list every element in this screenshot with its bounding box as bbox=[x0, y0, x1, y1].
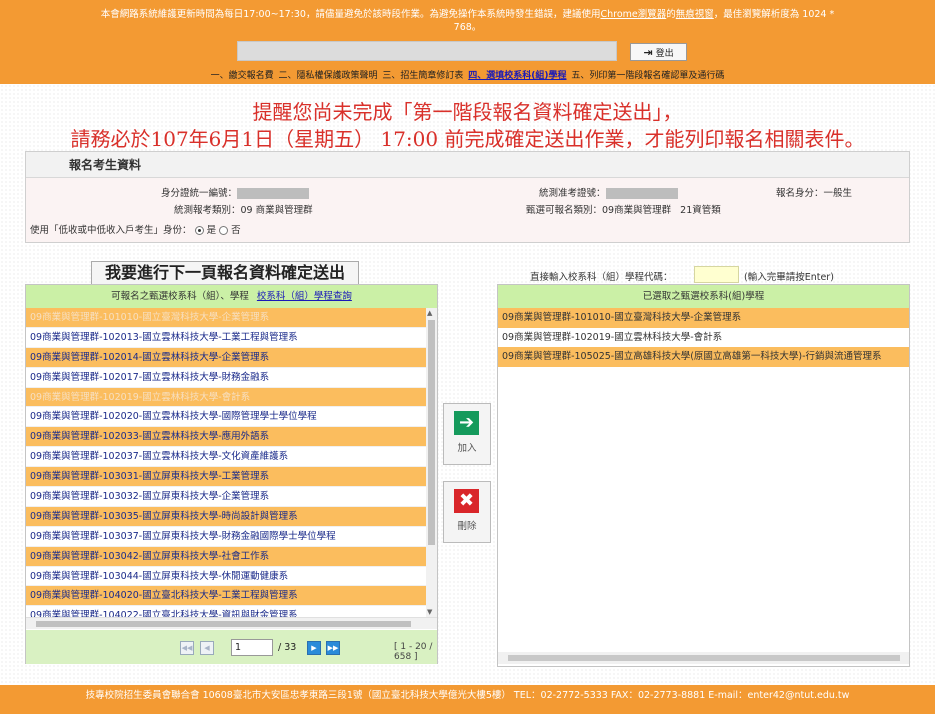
direct-code-label: 直接輸入校系科（組）學程代碼： bbox=[530, 272, 673, 283]
id-number-masked bbox=[237, 188, 310, 199]
list-item[interactable]: 09商業與管理群-103032-國立屏東科技大學-企業管理系 bbox=[26, 487, 426, 507]
list-item[interactable]: 09商業與管理群-102020-國立雲林科技大學-國際管理學士學位學程 bbox=[26, 407, 426, 428]
nav-item-revision[interactable]: 三、招生簡章修訂表 bbox=[382, 71, 463, 81]
top-header-bar: 本會網路系統維護更新時間為每日17:00~17:30，請儘量避免於該時段作業。為… bbox=[0, 0, 935, 84]
lowincome-field: 使用「低收或中低收入戶考生」身份： 是 否 bbox=[30, 222, 241, 236]
vertical-scrollbar[interactable]: ▲ ▼ bbox=[426, 308, 437, 617]
notice-text-line2: 768。 bbox=[453, 22, 482, 33]
selected-programs-header: 已選取之甄選校系科(組)學程 bbox=[498, 285, 909, 308]
category-field: 統測報考類別：09 商業與管理群 bbox=[174, 202, 313, 216]
list-item[interactable]: 09商業與管理群-102013-國立雲林科技大學-工業工程與管理系 bbox=[26, 328, 426, 348]
logout-button[interactable]: ⇥ 登出 bbox=[630, 43, 687, 61]
list-item[interactable]: 09商業與管理群-101010-國立臺灣科技大學-企業管理系 bbox=[26, 308, 426, 328]
warning-line-1: 提醒您尚未完成「第一階段報名資料確定送出」， bbox=[252, 100, 683, 124]
horizontal-scroll-thumb[interactable] bbox=[36, 621, 411, 627]
add-button[interactable]: ➔ 加入 bbox=[443, 403, 491, 465]
selected-programs-list: 09商業與管理群-101010-國立臺灣科技大學-企業管理系 09商業與管理群-… bbox=[498, 308, 909, 367]
horizontal-scrollbar[interactable] bbox=[498, 652, 909, 664]
available-programs-header: 可報名之甄選校系科（組）、學程 校系科（組）學程查詢 bbox=[26, 285, 437, 308]
lowincome-label: 使用「低收或中低收入戶考生」身份： bbox=[30, 225, 192, 236]
horizontal-scrollbar[interactable] bbox=[26, 617, 437, 629]
vertical-scroll-thumb[interactable] bbox=[428, 320, 435, 545]
delete-x-icon: ✖ bbox=[454, 489, 479, 513]
id-number-field: 身分證統一編號： bbox=[161, 185, 310, 199]
list-item[interactable]: 09商業與管理群-102014-國立雲林科技大學-企業管理系 bbox=[26, 347, 426, 368]
horizontal-scroll-thumb[interactable] bbox=[508, 655, 900, 661]
direct-code-hint: (輸入完畢請按Enter) bbox=[744, 272, 834, 283]
list-item[interactable]: 09商業與管理群-103042-國立屏東科技大學-社會工作系 bbox=[26, 546, 426, 567]
nav-item-pay-fee[interactable]: 一、繳交報名費 bbox=[211, 71, 274, 81]
category-value: 09 商業與管理群 bbox=[240, 205, 313, 216]
first-page-icon[interactable]: ◀◀ bbox=[180, 641, 194, 655]
list-item[interactable]: 09商業與管理群-102037-國立雲林科技大學-文化資產維護系 bbox=[26, 447, 426, 468]
list-item[interactable]: 09商業與管理群-103031-國立屏東科技大學-工業管理系 bbox=[26, 467, 426, 488]
eligible-label: 甄選可報名類別： bbox=[526, 205, 603, 216]
available-programs-panel: 可報名之甄選校系科（組）、學程 校系科（組）學程查詢 09商業與管理群-10101… bbox=[25, 284, 438, 664]
list-item[interactable]: 09商業與管理群-105025-國立高雄科技大學(原國立高雄第一科技大學)-行銷… bbox=[498, 347, 909, 367]
list-item[interactable]: 09商業與管理群-103035-國立屏東科技大學-時尚設計與管理系 bbox=[26, 506, 426, 527]
identity-field: 報名身分：一般生 bbox=[776, 185, 852, 199]
eligible-value-2: 21資管類 bbox=[680, 205, 721, 216]
page-total: / 33 bbox=[278, 642, 297, 653]
notice-text-mid: 的 bbox=[666, 9, 676, 20]
list-item[interactable]: 09商業與管理群-102019-國立雲林科技大學-會計系 bbox=[26, 387, 426, 408]
available-programs-list: 09商業與管理群-101010-國立臺灣科技大學-企業管理系 09商業與管理群-… bbox=[26, 308, 426, 617]
program-code-input[interactable] bbox=[694, 266, 739, 283]
last-page-icon[interactable]: ▶▶ bbox=[326, 641, 340, 655]
logout-label: 登出 bbox=[655, 48, 674, 59]
nav-item-privacy[interactable]: 二、隱私權保護政策聲明 bbox=[278, 71, 377, 81]
arrow-right-icon: ➔ bbox=[454, 411, 479, 435]
available-programs-title: 可報名之甄選校系科（組）、學程 bbox=[111, 291, 249, 302]
record-range: [ 1 - 20 / 658 ] bbox=[394, 642, 433, 662]
category-label: 統測報考類別： bbox=[174, 205, 241, 216]
list-item[interactable]: 09商業與管理群-104022-國立臺北科技大學-資訊與財金管理系 bbox=[26, 606, 426, 617]
delete-button[interactable]: ✖ 刪除 bbox=[443, 481, 491, 543]
notice-text: 本會網路系統維護更新時間為每日17:00~17:30，請儘量避免於該時段作業。為… bbox=[100, 9, 601, 20]
warning-line-2: 請務必於107年6月1日（星期五） 17:00 前完成確定送出作業，才能列印報名… bbox=[70, 127, 865, 151]
chrome-link[interactable]: Chrome瀏覽器 bbox=[600, 9, 666, 20]
lowincome-yes-label: 是 bbox=[206, 225, 217, 236]
identity-label: 報名身分： bbox=[776, 188, 824, 199]
exam-number-field: 統測准考證號： bbox=[539, 185, 678, 199]
incognito-link[interactable]: 無痕視窗 bbox=[676, 9, 714, 20]
program-query-link[interactable]: 校系科（組）學程查詢 bbox=[257, 291, 352, 302]
id-number-label: 身分證統一編號： bbox=[161, 188, 238, 199]
nav-item-select-programs[interactable]: 四、選填校系科(組)學程 bbox=[468, 71, 566, 81]
lowincome-no-radio[interactable] bbox=[219, 226, 229, 235]
exam-number-masked bbox=[605, 188, 678, 199]
lowincome-no-label: 否 bbox=[231, 225, 241, 236]
nav-item-print[interactable]: 五、列印第一階段報名確認單及通行碼 bbox=[571, 71, 724, 81]
applicant-panel-title: 報名考生資料 bbox=[26, 152, 909, 178]
identity-value: 一般生 bbox=[823, 188, 853, 199]
scroll-down-icon[interactable]: ▼ bbox=[427, 608, 432, 616]
list-item[interactable]: 09商業與管理群-102033-國立雲林科技大學-應用外語系 bbox=[26, 427, 426, 448]
pagination-bar: ◀◀ ◀ 1 / 33 ▶ ▶▶ [ 1 - 20 / 658 ] bbox=[26, 630, 437, 664]
list-item[interactable]: 09商業與管理群-102019-國立雲林科技大學-會計系 bbox=[498, 328, 909, 348]
list-item[interactable]: 09商業與管理群-104020-國立臺北科技大學-工業工程與管理系 bbox=[26, 586, 426, 607]
scroll-up-icon[interactable]: ▲ bbox=[427, 309, 432, 317]
prev-page-icon[interactable]: ◀ bbox=[200, 641, 214, 655]
add-label: 加入 bbox=[457, 443, 477, 454]
applicant-panel: 報名考生資料 身分證統一編號： 統測准考證號： 報名身分：一般生 統測報考類別：… bbox=[25, 151, 910, 243]
footer-contact: 技專校院招生委員會聯合會 10608臺北市大安區忠孝東路三段1號（國立臺北科技大… bbox=[0, 685, 935, 714]
eligible-value-1: 09商業與管理群 bbox=[602, 205, 672, 216]
lowincome-yes-radio[interactable] bbox=[194, 226, 204, 235]
next-page-submit-button[interactable]: 我要進行下一頁報名資料確定送出 bbox=[91, 261, 359, 285]
selected-programs-panel: 已選取之甄選校系科(組)學程 09商業與管理群-101010-國立臺灣科技大學-… bbox=[497, 284, 910, 667]
list-item[interactable]: 09商業與管理群-101010-國立臺灣科技大學-企業管理系 bbox=[498, 308, 909, 328]
maintenance-notice: 本會網路系統維護更新時間為每日17:00~17:30，請儘量避免於該時段作業。為… bbox=[10, 8, 925, 34]
eligible-field: 甄選可報名類別：09商業與管理群 21資管類 bbox=[526, 202, 721, 216]
delete-label: 刪除 bbox=[457, 521, 477, 532]
step-nav-menu: 一、繳交報名費 二、隱私權保護政策聲明 三、招生簡章修訂表 四、選填校系科(組)… bbox=[0, 68, 935, 81]
logout-icon: ⇥ bbox=[643, 45, 653, 59]
page-root: 本會網路系統維護更新時間為每日17:00~17:30，請儘量避免於該時段作業。為… bbox=[0, 0, 935, 714]
account-info-box bbox=[237, 41, 617, 61]
exam-number-label: 統測准考證號： bbox=[539, 188, 606, 199]
notice-text-end: ，最佳瀏覽解析度為 1024 * bbox=[713, 9, 835, 20]
next-page-icon[interactable]: ▶ bbox=[307, 641, 321, 655]
list-item[interactable]: 09商業與管理群-102017-國立雲林科技大學-財務金融系 bbox=[26, 368, 426, 388]
page-number-input[interactable]: 1 bbox=[231, 639, 273, 656]
list-item[interactable]: 09商業與管理群-103044-國立屏東科技大學-休閒運動健康系 bbox=[26, 567, 426, 587]
list-item[interactable]: 09商業與管理群-103037-國立屏東科技大學-財務金融國際學士學位學程 bbox=[26, 527, 426, 547]
